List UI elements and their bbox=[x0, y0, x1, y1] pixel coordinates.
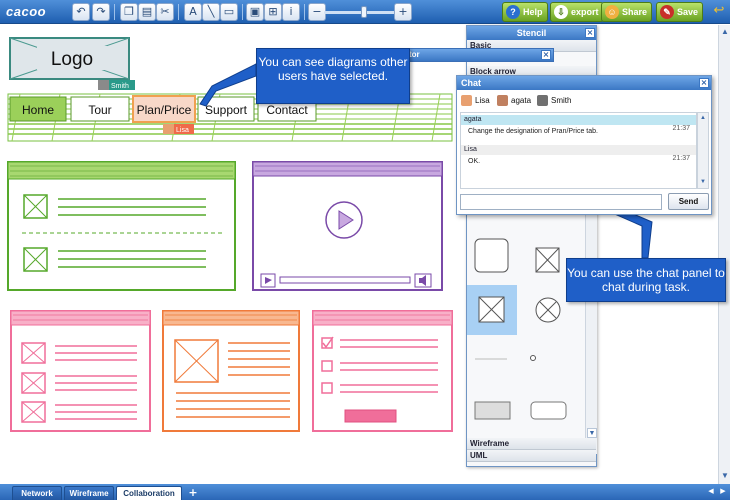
help-button-label: Help bbox=[523, 7, 543, 17]
scroll-down-icon[interactable]: ▼ bbox=[720, 471, 730, 481]
toolbar-separator bbox=[304, 4, 305, 20]
scroll-left-icon[interactable]: ◀ bbox=[706, 487, 716, 497]
zoom-in-icon[interactable]: + bbox=[394, 3, 412, 21]
toolbar-separator bbox=[114, 4, 115, 20]
toolbar-separator bbox=[242, 4, 243, 20]
image-card-orange[interactable] bbox=[162, 310, 300, 432]
chat-message-text: Change the designation of Pran/Price tab… bbox=[468, 128, 598, 135]
share-button[interactable]: ☺ Share bbox=[601, 2, 653, 22]
cursor-tag-lisa: Lisa bbox=[163, 124, 194, 134]
chat-user-agata: agata bbox=[497, 94, 531, 108]
scroll-down-icon[interactable]: ▼ bbox=[587, 428, 597, 438]
page-tab-bar: Network Wireframe Collaboration + ◀ ▶ bbox=[0, 484, 730, 500]
toolbar: cacoo ↶ ↷ ❐ ▤ ✂ A ╲ ▭ ▣ ⊞ i − + ? Help ⇩… bbox=[0, 0, 730, 24]
info-icon[interactable]: i bbox=[282, 3, 300, 21]
help-icon: ? bbox=[506, 5, 520, 19]
stencil-panel-title: Stencil bbox=[467, 26, 596, 40]
image-icon[interactable]: ▣ bbox=[246, 3, 264, 21]
svg-text:Lisa: Lisa bbox=[176, 127, 189, 134]
form-window-pink[interactable] bbox=[312, 310, 453, 432]
svg-text:Smith: Smith bbox=[111, 83, 129, 90]
chat-panel-title: Chat bbox=[457, 76, 711, 90]
chat-panel: Chat × Lisa agata Smith agata Change the… bbox=[456, 75, 712, 215]
svg-text:Tour: Tour bbox=[88, 103, 111, 117]
zoom-slider[interactable] bbox=[324, 11, 396, 14]
scroll-down-icon[interactable]: ▼ bbox=[699, 178, 707, 186]
chat-message-author: agata bbox=[461, 115, 696, 125]
chat-message-text: OK. bbox=[468, 158, 481, 165]
point-shape[interactable] bbox=[530, 355, 536, 361]
send-button[interactable]: Send bbox=[668, 193, 709, 210]
export-icon: ⇩ bbox=[554, 5, 568, 19]
button-shape[interactable] bbox=[474, 401, 511, 420]
canvas-vertical-scrollbar[interactable]: ▲ ▼ bbox=[718, 25, 730, 484]
back-arrow-icon[interactable]: ↩ bbox=[710, 3, 728, 21]
cut-icon[interactable]: ✂ bbox=[156, 3, 174, 21]
chat-scrollbar[interactable]: ▲ ▼ bbox=[697, 112, 709, 189]
svg-text:Contact: Contact bbox=[266, 103, 308, 117]
chat-message-author: Lisa bbox=[461, 145, 696, 155]
add-page-button[interactable]: + bbox=[186, 486, 200, 500]
nav-tab-home[interactable]: Home bbox=[9, 96, 67, 122]
paste-icon[interactable]: ▤ bbox=[138, 3, 156, 21]
nav-tab-plan-price[interactable]: Plan/Price bbox=[132, 95, 196, 123]
save-button-label: Save bbox=[677, 7, 699, 17]
app-window: cacoo ↶ ↷ ❐ ▤ ✂ A ╲ ▭ ▣ ⊞ i − + ? Help ⇩… bbox=[0, 0, 730, 500]
chat-message: OK. 21:37 bbox=[461, 155, 696, 169]
export-button[interactable]: ⇩ export bbox=[550, 2, 604, 22]
grid-icon[interactable]: ⊞ bbox=[264, 3, 282, 21]
avatar bbox=[537, 95, 548, 106]
rounded-square-shape[interactable] bbox=[474, 238, 509, 273]
tab-wireframe[interactable]: Wireframe bbox=[64, 486, 114, 500]
logo-box[interactable]: Logo bbox=[9, 37, 130, 80]
scroll-right-icon[interactable]: ▶ bbox=[718, 487, 728, 497]
tab-network[interactable]: Network bbox=[12, 486, 62, 500]
properties-panel-title: tor bbox=[409, 50, 420, 59]
svg-text:Plan/Price: Plan/Price bbox=[137, 103, 192, 117]
chat-input[interactable] bbox=[460, 194, 662, 210]
redo-icon[interactable]: ↷ bbox=[92, 3, 110, 21]
cursor-tag-smith: Smith bbox=[98, 80, 135, 90]
chat-message-time: 21:37 bbox=[672, 155, 690, 162]
shape-tool-icon[interactable]: ▭ bbox=[220, 3, 238, 21]
scroll-up-icon[interactable]: ▲ bbox=[720, 27, 730, 37]
avatar bbox=[497, 95, 508, 106]
chat-message-list[interactable]: agata Change the designation of Pran/Pri… bbox=[460, 112, 697, 189]
list-window-green[interactable] bbox=[7, 161, 236, 291]
rounded-button-shape[interactable] bbox=[530, 401, 567, 420]
share-icon: ☺ bbox=[605, 5, 619, 19]
line-tool-icon[interactable]: ╲ bbox=[202, 3, 220, 21]
stencil-category-wireframe[interactable]: Wireframe bbox=[467, 438, 596, 450]
svg-text:Home: Home bbox=[22, 103, 54, 117]
close-icon[interactable]: × bbox=[699, 78, 709, 88]
logo-text: Logo bbox=[51, 49, 93, 70]
scroll-up-icon[interactable]: ▲ bbox=[699, 114, 707, 122]
stencil-category-uml[interactable]: UML bbox=[467, 450, 596, 462]
chat-user-smith: Smith bbox=[537, 94, 571, 108]
callout-chat: You can use the chat panel to chat durin… bbox=[566, 258, 726, 302]
nav-tab-tour[interactable]: Tour bbox=[70, 96, 130, 122]
share-button-label: Share bbox=[622, 7, 648, 17]
undo-icon[interactable]: ↶ bbox=[72, 3, 90, 21]
toolbar-separator bbox=[178, 4, 179, 20]
save-icon: ✎ bbox=[660, 5, 674, 19]
close-icon[interactable]: × bbox=[585, 28, 595, 38]
help-button[interactable]: ? Help bbox=[502, 2, 548, 22]
save-button[interactable]: ✎ Save bbox=[656, 2, 704, 22]
export-button-label: export bbox=[571, 7, 599, 17]
chat-user-lisa: Lisa bbox=[461, 94, 490, 108]
close-icon[interactable]: × bbox=[541, 50, 551, 60]
text-tool-icon[interactable]: A bbox=[184, 3, 202, 21]
svg-text:Support: Support bbox=[205, 103, 248, 117]
list-window-pink[interactable] bbox=[10, 310, 151, 432]
app-logo: cacoo bbox=[6, 4, 47, 19]
avatar bbox=[461, 95, 472, 106]
callout-diagrams: You can see diagrams other users have se… bbox=[256, 48, 410, 104]
tab-collaboration[interactable]: Collaboration bbox=[116, 486, 182, 500]
video-player-purple[interactable] bbox=[252, 161, 443, 291]
chat-message-time: 21:37 bbox=[672, 125, 690, 132]
zoom-slider-handle[interactable] bbox=[361, 6, 367, 18]
chat-message: Change the designation of Pran/Price tab… bbox=[461, 125, 696, 139]
copy-icon[interactable]: ❐ bbox=[120, 3, 138, 21]
